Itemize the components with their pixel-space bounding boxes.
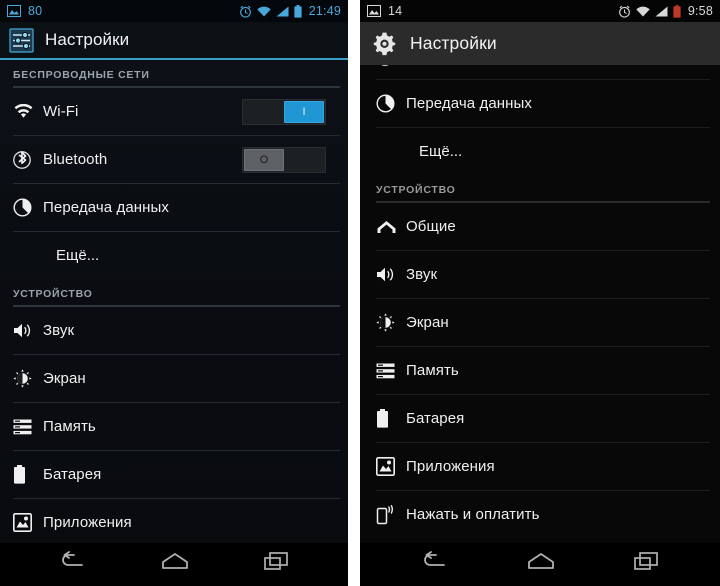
apps-icon <box>376 457 406 476</box>
signal-icon <box>655 6 668 17</box>
battery-icon <box>376 409 406 428</box>
sound-icon <box>376 266 406 283</box>
home-outline-icon <box>376 219 406 235</box>
alarm-icon <box>618 5 631 18</box>
wifi-icon <box>257 6 271 17</box>
image-icon <box>367 5 381 17</box>
settings-sliders-icon <box>9 27 34 53</box>
toggle-thumb: I <box>284 100 324 123</box>
list-item-more[interactable]: Ещё... <box>0 232 348 279</box>
list-item-label: Экран <box>43 370 86 387</box>
tap-and-pay-icon <box>376 504 406 525</box>
home-icon[interactable] <box>159 551 191 578</box>
list-item-label: Память <box>43 418 96 435</box>
battery-icon <box>13 465 43 484</box>
alarm-icon <box>239 5 252 18</box>
toggle-thumb: O <box>244 148 284 171</box>
gear-icon <box>372 31 397 56</box>
list-item-label: Передача данных <box>406 95 533 112</box>
right-phone-screenshot: 14 9:58 Настройки Передача данных Ещё...… <box>360 0 720 586</box>
list-item-label: Ещё... <box>419 143 463 160</box>
wifi-icon <box>13 104 43 119</box>
display-icon <box>376 313 406 332</box>
list-item-label: Звук <box>43 322 75 339</box>
list-item-label: Bluetooth <box>43 151 108 168</box>
list-item-label: Wi-Fi <box>43 103 79 120</box>
battery-low-icon <box>673 4 681 18</box>
list-item-storage[interactable]: Память <box>360 347 720 394</box>
list-item-label: Звук <box>406 266 438 283</box>
recents-icon[interactable] <box>262 551 290 578</box>
navigation-bar[interactable] <box>0 543 348 586</box>
list-item-more[interactable]: Ещё... <box>360 128 720 175</box>
page-title: Настройки <box>410 33 497 53</box>
list-item-apps[interactable]: Приложения <box>360 443 720 490</box>
notification-count: 14 <box>388 4 403 18</box>
list-item-bluetooth[interactable]: Bluetooth O <box>0 136 348 183</box>
bluetooth-icon <box>376 65 406 67</box>
action-bar: Настройки <box>0 22 348 60</box>
list-item-label: Приложения <box>406 458 495 475</box>
list-item-sound[interactable]: Звук <box>360 251 720 298</box>
list-item-label: Батарея <box>406 410 465 427</box>
settings-list[interactable]: БЕСПРОВОДНЫЕ СЕТИ Wi-Fi I Bluetooth O Пе… <box>0 60 348 543</box>
back-icon[interactable] <box>420 551 450 578</box>
section-header-personal: ЛИЧНЫЕ ДАННЫЕ <box>360 538 720 543</box>
list-item-apps[interactable]: Приложения <box>0 499 348 543</box>
dual-screenshot-stage: 80 21:49 Настройки БЕСПРОВОДНЫЕ СЕТИ Wi-… <box>0 0 720 586</box>
list-item-storage[interactable]: Память <box>0 403 348 450</box>
list-item-display[interactable]: Экран <box>0 355 348 402</box>
list-item-data-usage[interactable]: Передача данных <box>0 184 348 231</box>
status-bar: 80 21:49 <box>0 0 348 22</box>
list-item-label: Нажать и оплатить <box>406 506 540 523</box>
image-icon <box>7 5 21 17</box>
panel-divider <box>348 0 360 586</box>
list-item-label: Экран <box>406 314 449 331</box>
list-item-wifi[interactable]: Wi-Fi I <box>0 88 348 135</box>
home-icon[interactable] <box>525 551 557 578</box>
battery-icon <box>294 4 302 18</box>
list-item-label: Приложения <box>43 514 132 531</box>
list-item-sound[interactable]: Звук <box>0 307 348 354</box>
list-item-label: Общие <box>406 218 456 235</box>
recents-icon[interactable] <box>632 551 660 578</box>
list-item-display[interactable]: Экран <box>360 299 720 346</box>
clock: 9:58 <box>687 4 713 18</box>
storage-icon <box>13 419 43 435</box>
wifi-toggle[interactable]: I <box>242 98 326 125</box>
section-header-device: УСТРОЙСТВО <box>13 288 93 300</box>
list-item-general[interactable]: Общие <box>360 203 720 250</box>
bluetooth-toggle[interactable]: O <box>242 146 326 173</box>
list-item-label: Память <box>406 362 459 379</box>
list-item-tap-and-pay[interactable]: Нажать и оплатить <box>360 491 720 538</box>
storage-icon <box>376 363 406 379</box>
data-usage-icon <box>13 198 43 217</box>
list-item-label: Передача данных <box>43 199 170 216</box>
page-title: Настройки <box>45 30 130 49</box>
section-header-wireless: БЕСПРОВОДНЫЕ СЕТИ <box>13 69 150 81</box>
navigation-bar[interactable] <box>360 543 720 586</box>
bluetooth-icon <box>13 150 43 170</box>
left-phone-screenshot: 80 21:49 Настройки БЕСПРОВОДНЫЕ СЕТИ Wi-… <box>0 0 348 586</box>
status-bar: 14 9:58 <box>360 0 720 22</box>
action-bar: Настройки <box>360 22 720 65</box>
list-item-label: Батарея <box>43 466 102 483</box>
data-usage-icon <box>376 94 406 113</box>
list-item-bluetooth-partial[interactable]: Bluetooth <box>360 65 720 79</box>
list-item-battery[interactable]: Батарея <box>0 451 348 498</box>
clock: 21:49 <box>308 4 341 18</box>
signal-icon <box>276 6 289 17</box>
list-item-battery[interactable]: Батарея <box>360 395 720 442</box>
wifi-icon <box>636 6 650 17</box>
notification-count: 80 <box>28 4 43 18</box>
apps-icon <box>13 513 43 532</box>
sound-icon <box>13 322 43 339</box>
list-item-label: Ещё... <box>56 247 100 264</box>
section-header-device: УСТРОЙСТВО <box>376 184 456 196</box>
back-icon[interactable] <box>58 551 88 578</box>
list-item-data-usage[interactable]: Передача данных <box>360 80 720 127</box>
display-icon <box>13 369 43 388</box>
settings-list[interactable]: Bluetooth Передача данных Ещё... УСТРОЙС… <box>360 65 720 543</box>
